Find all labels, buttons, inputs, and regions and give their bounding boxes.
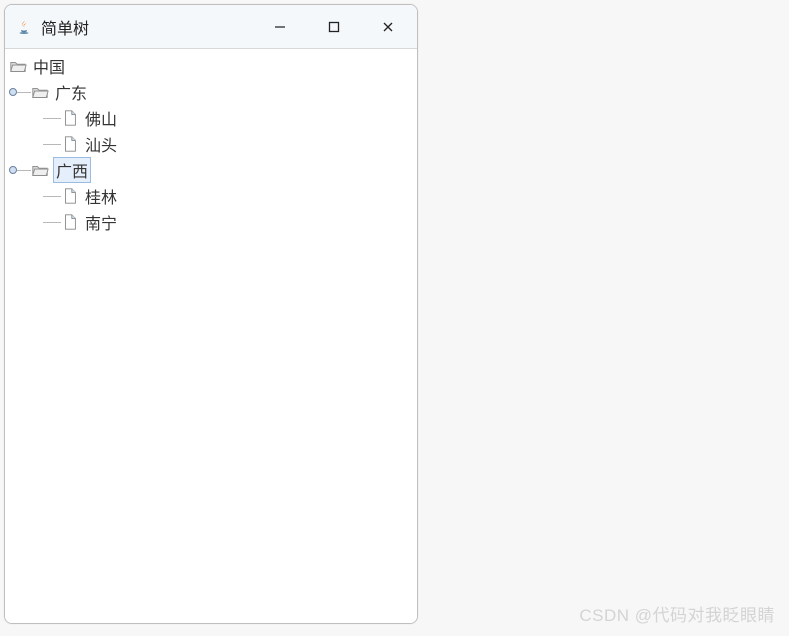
tree: 中国 广东 bbox=[9, 53, 413, 235]
folder-open-icon bbox=[31, 161, 49, 179]
tree-node-leaf[interactable]: 佛山 bbox=[9, 105, 413, 131]
expand-toggle-icon[interactable] bbox=[9, 88, 17, 96]
tree-node-label: 桂林 bbox=[83, 184, 119, 208]
tree-node-leaf[interactable]: 桂林 bbox=[9, 183, 413, 209]
tree-node-label: 汕头 bbox=[83, 132, 119, 156]
file-icon bbox=[61, 109, 79, 127]
folder-open-icon bbox=[31, 83, 49, 101]
title-bar[interactable]: 简单树 bbox=[5, 5, 417, 49]
tree-node-root[interactable]: 中国 bbox=[9, 53, 413, 79]
tree-node-label: 广西 bbox=[53, 157, 91, 183]
maximize-button[interactable] bbox=[311, 11, 357, 43]
folder-open-icon bbox=[9, 57, 27, 75]
tree-node-leaf[interactable]: 南宁 bbox=[9, 209, 413, 235]
tree-panel[interactable]: 中国 广东 bbox=[5, 49, 417, 623]
tree-node-folder[interactable]: 广东 bbox=[9, 79, 413, 105]
tree-node-folder[interactable]: 广西 bbox=[9, 157, 413, 183]
tree-node-label: 广东 bbox=[53, 80, 89, 104]
tree-node-leaf[interactable]: 汕头 bbox=[9, 131, 413, 157]
expand-toggle-icon[interactable] bbox=[9, 166, 17, 174]
file-icon bbox=[61, 213, 79, 231]
minimize-button[interactable] bbox=[257, 11, 303, 43]
tree-node-label: 佛山 bbox=[83, 106, 119, 130]
java-icon bbox=[15, 18, 33, 36]
tree-node-label: 南宁 bbox=[83, 210, 119, 234]
file-icon bbox=[61, 135, 79, 153]
window-controls bbox=[257, 11, 411, 43]
app-window: 简单树 中国 bbox=[4, 4, 418, 624]
watermark-text: CSDN @代码对我眨眼睛 bbox=[579, 601, 775, 626]
file-icon bbox=[61, 187, 79, 205]
window-title: 简单树 bbox=[41, 15, 257, 39]
tree-node-label: 中国 bbox=[31, 54, 67, 78]
close-button[interactable] bbox=[365, 11, 411, 43]
